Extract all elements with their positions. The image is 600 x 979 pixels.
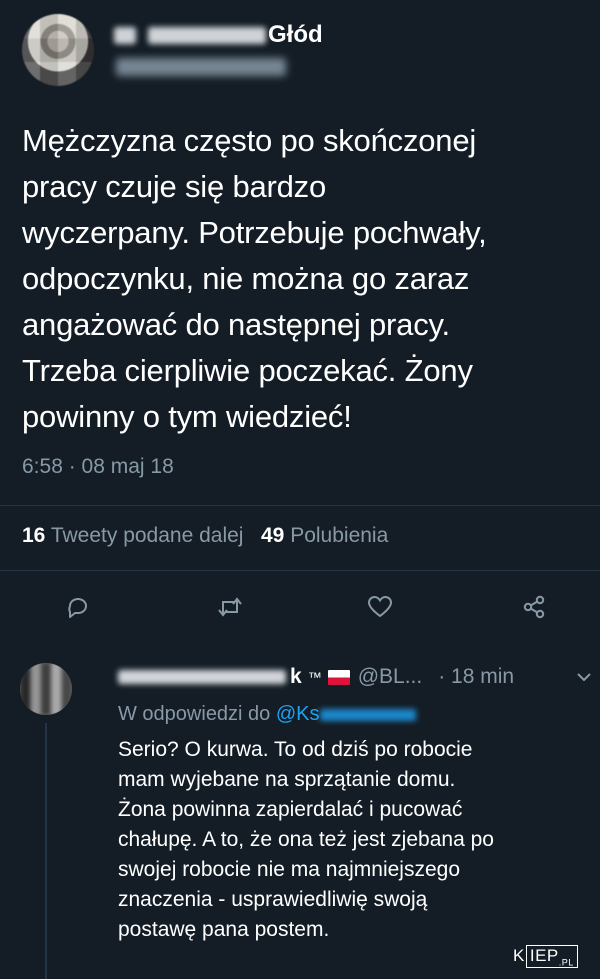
trademark-symbol: ™ xyxy=(307,669,322,685)
reply-text-line: chałupę. A to, że ona też jest zjebana p… xyxy=(118,828,494,851)
replying-to-handle[interactable]: @Ks xyxy=(276,703,320,725)
watermark-suffix: .PL xyxy=(558,957,574,968)
replying-to-handle-blurred[interactable] xyxy=(319,708,416,721)
reply-text-line: postawę pana postem. xyxy=(118,918,330,941)
heart-icon xyxy=(367,595,393,618)
thread-line xyxy=(45,723,47,979)
tweet-text-line: odpoczynku, nie można go zaraz xyxy=(22,261,470,296)
reply-header: k ™ @BL... · 18 min xyxy=(118,664,514,690)
author-handle-blurred xyxy=(116,58,286,76)
reply-icon xyxy=(68,598,87,618)
reply-button[interactable] xyxy=(62,591,94,623)
reply-text-line: Żona powinna zapierdalać i pucować xyxy=(118,798,463,821)
watermark-box: IEP.PL xyxy=(525,945,578,969)
reply-text-line: swojej robocie nie ma najmniejszego xyxy=(118,858,461,881)
reply-text: Serio? O kurwa. To od dziś po robocie ma… xyxy=(118,735,588,945)
share-icon xyxy=(523,595,545,619)
reply-text-line: mam wyjebane na sprzątanie domu. xyxy=(118,768,456,791)
author-name[interactable]: Głód xyxy=(114,18,323,52)
retweet-icon xyxy=(218,597,242,617)
reply-text-line: znaczenia - usprawiedliwię swoją xyxy=(118,888,428,911)
replying-to-label: W odpowiedzi do xyxy=(118,703,271,725)
tweet-timestamp[interactable]: 6:58 · 08 maj 18 xyxy=(22,455,174,479)
tweet-text-line: wyczerpany. Potrzebuje pochwały, xyxy=(22,215,487,250)
like-button[interactable] xyxy=(364,591,396,623)
tweet-actions xyxy=(0,585,600,627)
reply-text-line: Serio? O kurwa. To od dziś po robocie xyxy=(118,738,473,761)
author-name-blurred-part xyxy=(148,26,266,44)
watermark-logo: K IEP.PL xyxy=(513,945,578,969)
divider xyxy=(0,570,600,571)
tweet-stats: 16 Tweety podane dalej 49 Polubienia xyxy=(22,524,388,548)
tweet-text-line: Mężczyzna często po skończonej xyxy=(22,123,477,158)
reply-time[interactable]: · 18 min xyxy=(438,665,514,689)
tweet-text: Mężczyzna często po skończonej pracy czu… xyxy=(22,118,592,440)
tweet-text-line: Trzeba cierpliwie poczekać. Żony xyxy=(22,353,473,388)
replying-to: W odpowiedzi do @Ks xyxy=(118,703,416,726)
reply-author-name-blurred[interactable] xyxy=(118,670,286,684)
author-name-visible: Głód xyxy=(268,21,323,48)
poland-flag-icon xyxy=(327,669,350,685)
reply-tweet: k ™ @BL... · 18 min W odpowiedzi do @Ks … xyxy=(0,645,600,979)
share-button[interactable] xyxy=(518,591,550,623)
divider xyxy=(0,505,600,506)
retweet-button[interactable] xyxy=(214,591,246,623)
reply-author-name-suffix[interactable]: k xyxy=(290,665,302,689)
watermark-boxed-text: IEP xyxy=(529,946,559,965)
reply-author-handle[interactable]: @BL... xyxy=(358,665,423,689)
retweet-label[interactable]: Tweety podane dalej xyxy=(51,524,244,547)
tweet-text-line: angażować do następnej pracy. xyxy=(22,307,450,342)
author-avatar[interactable] xyxy=(22,14,94,86)
like-label[interactable]: Polubienia xyxy=(290,524,388,547)
retweet-count[interactable]: 16 xyxy=(22,524,45,547)
reply-author-avatar[interactable] xyxy=(20,663,72,715)
author-name-blurred-part xyxy=(114,26,136,44)
like-count[interactable]: 49 xyxy=(261,524,284,547)
chevron-down-icon[interactable] xyxy=(574,667,594,687)
watermark-prefix: K xyxy=(513,946,525,965)
tweet-text-line: powinny o tym wiedzieć! xyxy=(22,399,352,434)
tweet-text-line: pracy czuje się bardzo xyxy=(22,169,327,204)
main-tweet: Głód Mężczyzna często po skończonej prac… xyxy=(0,0,600,645)
